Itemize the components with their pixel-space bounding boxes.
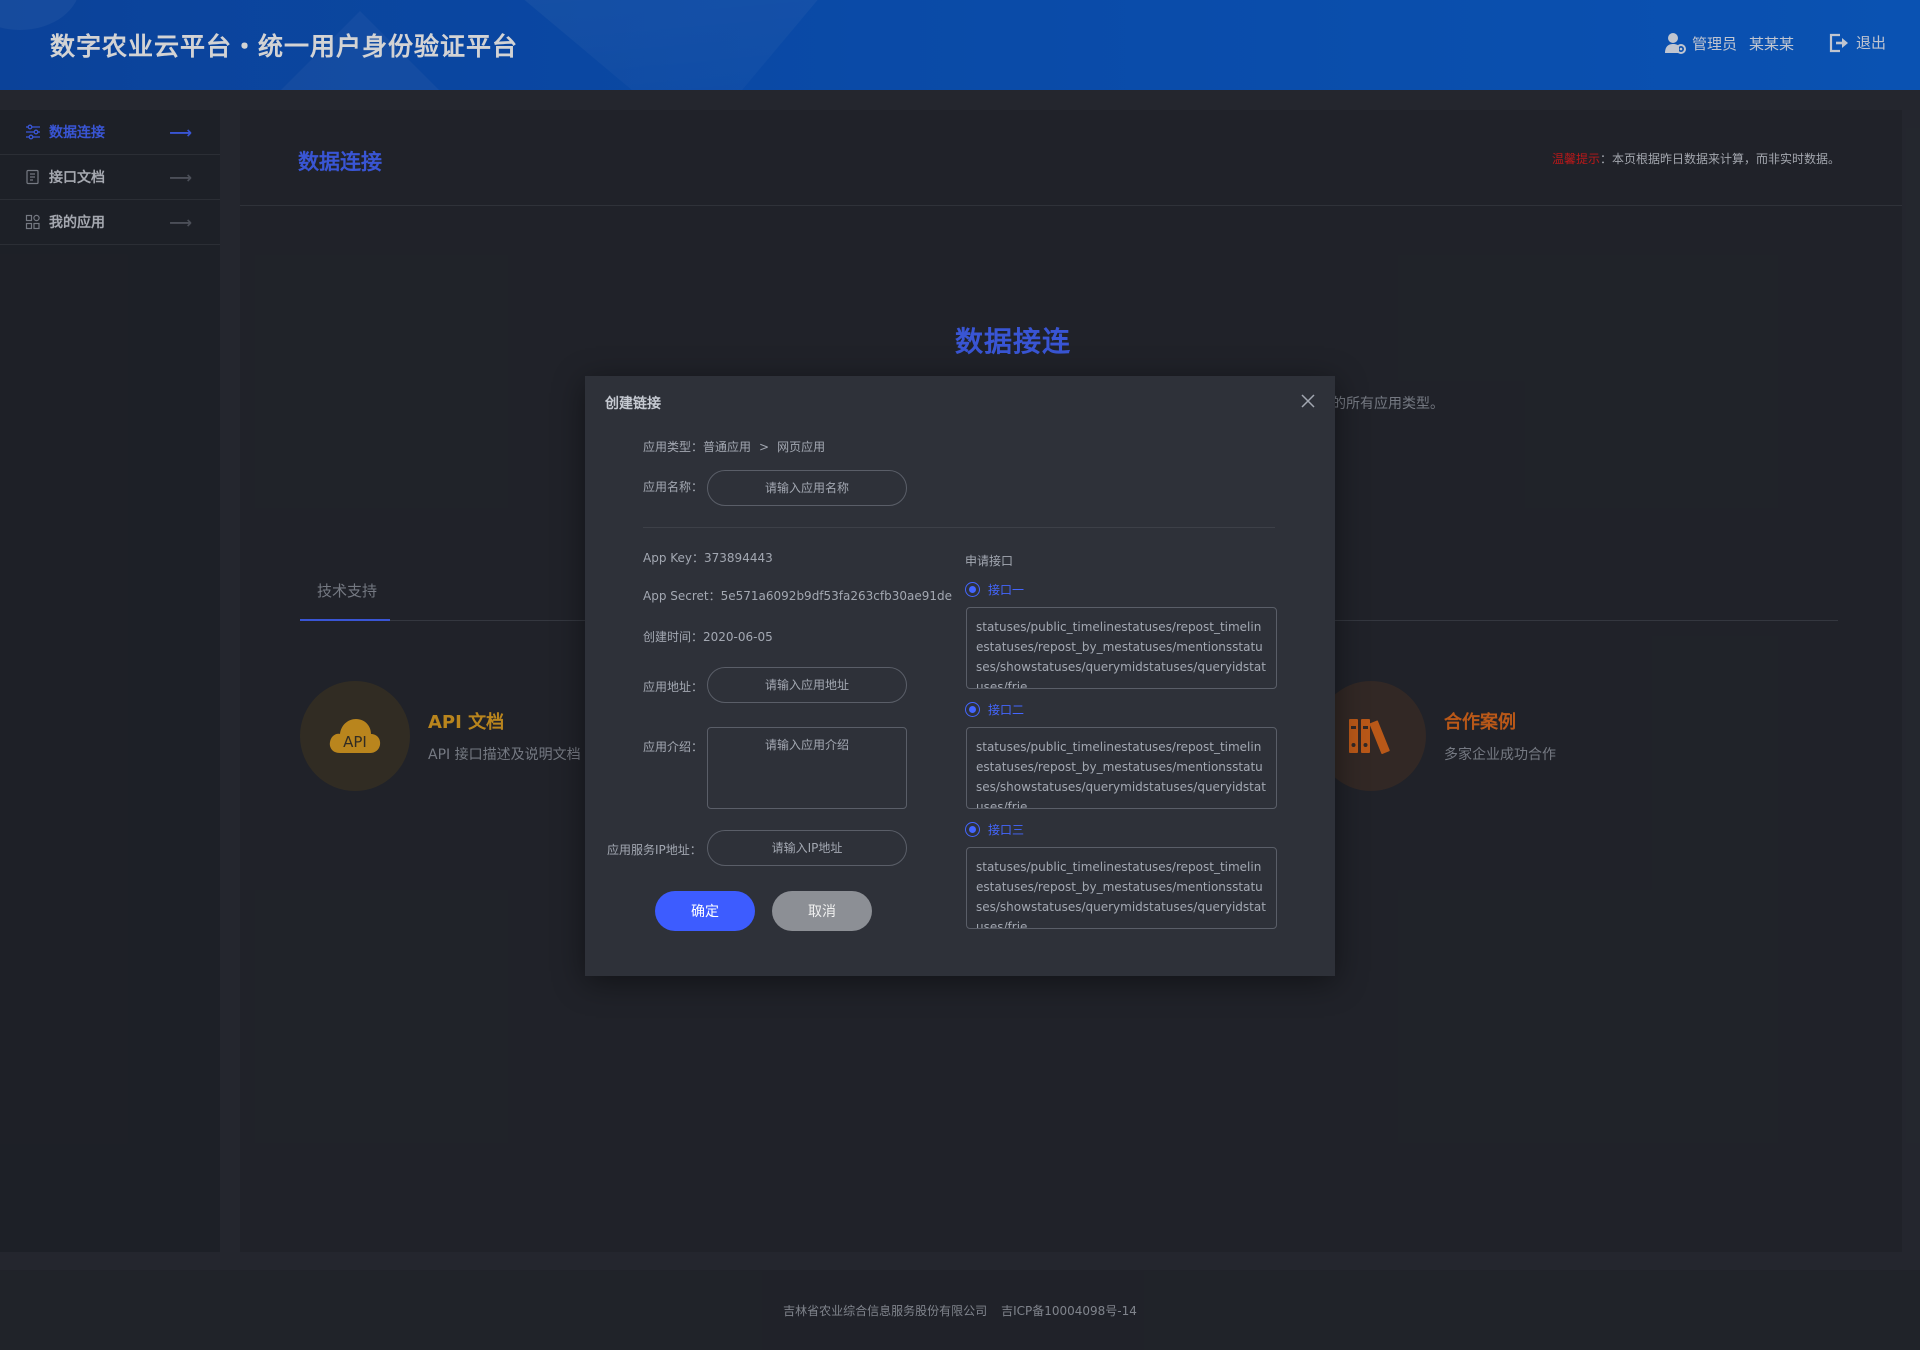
- ip-address-input[interactable]: [707, 830, 907, 866]
- app-key-row: App Key：373894443: [643, 549, 773, 566]
- app-secret-label: App Secret：: [643, 589, 721, 603]
- created-time-row: 创建时间：2020-06-05: [643, 628, 773, 645]
- confirm-button[interactable]: 确定: [655, 891, 755, 931]
- created-time-value: 2020-06-05: [703, 630, 773, 644]
- dialog-title: 创建链接: [605, 396, 661, 412]
- app-name-label: 应用名称：: [643, 480, 704, 494]
- app-intro-textarea[interactable]: [707, 727, 907, 809]
- app-name-input[interactable]: [707, 470, 907, 506]
- api-endpoints-box: statuses/public_timelinestatuses/repost_…: [966, 847, 1277, 929]
- apply-api-heading: 申请接口: [965, 554, 1014, 568]
- ip-address-label: 应用服务IP地址：: [607, 843, 702, 857]
- api-option-2[interactable]: 接口二: [965, 701, 1024, 718]
- api-option-label: 接口一: [988, 583, 1025, 597]
- app-intro-label: 应用介绍：: [643, 740, 704, 754]
- divider: [643, 527, 1275, 528]
- app-type-breadcrumb: 应用类型：普通应用 > 网页应用: [643, 438, 825, 455]
- app-type-sub: 网页应用: [777, 440, 826, 454]
- api-endpoints-box: statuses/public_timelinestatuses/repost_…: [966, 727, 1277, 809]
- breadcrumb-separator: >: [759, 440, 770, 454]
- app-type-label: 应用类型：: [643, 440, 704, 454]
- radio-selected-icon[interactable]: [965, 702, 980, 717]
- create-link-dialog: 创建链接 应用类型：普通应用 > 网页应用 应用名称： App Key：373894…: [585, 376, 1335, 976]
- app-url-input[interactable]: [707, 667, 907, 703]
- api-option-label: 接口二: [988, 703, 1025, 717]
- app-key-value: 373894443: [704, 551, 773, 565]
- api-option-label: 接口三: [988, 823, 1025, 837]
- app-secret-row: App Secret：5e571a6092b9df53fa263cfb30ae9…: [643, 587, 952, 604]
- cancel-button[interactable]: 取消: [772, 891, 872, 931]
- created-time-label: 创建时间：: [643, 630, 704, 644]
- app-secret-value: 5e571a6092b9df53fa263cfb30ae91de: [720, 589, 952, 603]
- app-url-label: 应用地址：: [643, 680, 704, 694]
- app-type-value: 普通应用: [703, 440, 752, 454]
- close-icon[interactable]: [1299, 392, 1317, 410]
- radio-selected-icon[interactable]: [965, 822, 980, 837]
- radio-selected-icon[interactable]: [965, 582, 980, 597]
- api-option-1[interactable]: 接口一: [965, 581, 1024, 598]
- app-key-label: App Key：: [643, 551, 705, 565]
- api-endpoints-box: statuses/public_timelinestatuses/repost_…: [966, 607, 1277, 689]
- api-option-3[interactable]: 接口三: [965, 821, 1024, 838]
